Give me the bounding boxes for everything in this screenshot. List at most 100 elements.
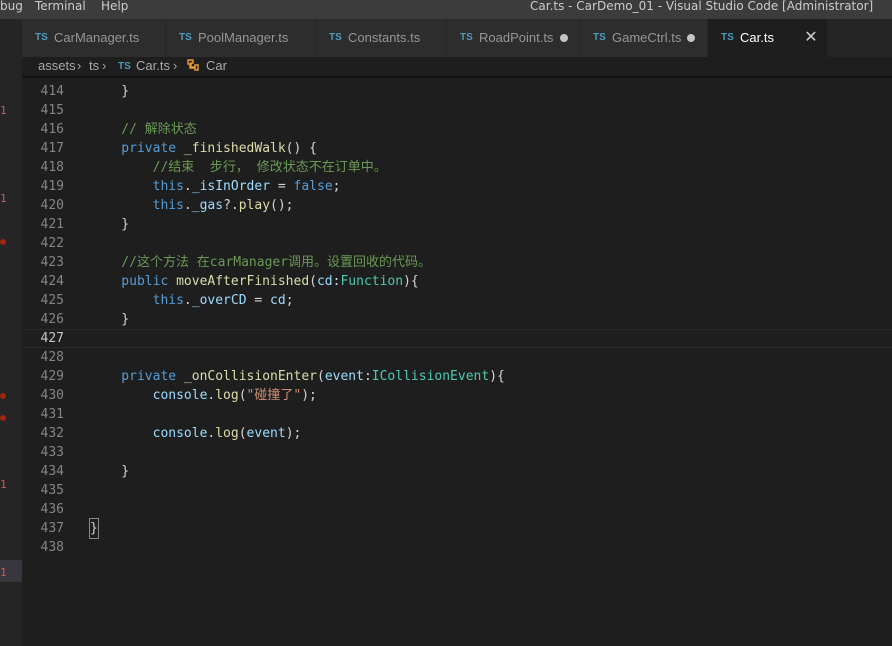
menu-debug[interactable]: bug bbox=[0, 0, 23, 13]
left-gutter-panel: 1 1 1 1 bbox=[0, 19, 22, 646]
typescript-icon: TS bbox=[460, 32, 473, 43]
code-text[interactable]: } bbox=[90, 215, 129, 234]
code-line[interactable]: 430 console.log("碰撞了"); bbox=[22, 386, 892, 405]
code-line[interactable]: 434 } bbox=[22, 462, 892, 481]
code-text[interactable]: private _onCollisionEnter(event:ICollisi… bbox=[90, 367, 505, 386]
tab-gamectrl[interactable]: TS GameCtrl.ts bbox=[580, 19, 708, 57]
line-number: 418 bbox=[40, 160, 64, 175]
code-line[interactable]: 433 bbox=[22, 443, 892, 462]
line-number: 429 bbox=[40, 369, 64, 384]
code-token: _overCD bbox=[191, 293, 247, 308]
line-number: 423 bbox=[40, 255, 64, 270]
tab-poolmanager[interactable]: TS PoolManager.ts bbox=[166, 19, 316, 57]
line-number: 425 bbox=[40, 293, 64, 308]
line-number: 428 bbox=[40, 350, 64, 365]
breadcrumb-symbol[interactable]: Car bbox=[206, 58, 227, 73]
code-line[interactable]: 418 //结束 步行， 修改状态不在订单中。 bbox=[22, 158, 892, 177]
typescript-icon: TS bbox=[721, 32, 734, 43]
code-line[interactable]: 421 } bbox=[22, 215, 892, 234]
code-line[interactable]: 415 bbox=[22, 101, 892, 120]
code-text[interactable]: //结束 步行， 修改状态不在订单中。 bbox=[90, 158, 387, 177]
code-line[interactable]: 437} bbox=[22, 518, 892, 539]
code-line[interactable]: 432 console.log(event); bbox=[22, 424, 892, 443]
menu-help[interactable]: Help bbox=[101, 0, 128, 13]
close-icon[interactable]: ✕ bbox=[802, 28, 820, 46]
code-token: // 解除状态 bbox=[90, 122, 197, 137]
code-token: log bbox=[215, 426, 239, 441]
code-token: Function bbox=[340, 274, 404, 289]
code-token: public bbox=[90, 274, 177, 289]
code-line[interactable]: 429 private _onCollisionEnter(event:ICol… bbox=[22, 367, 892, 386]
breadcrumb-ts[interactable]: ts bbox=[89, 58, 99, 73]
code-text[interactable]: } bbox=[90, 310, 129, 329]
tab-label: PoolManager.ts bbox=[198, 30, 289, 45]
code-line[interactable]: 436 bbox=[22, 500, 892, 519]
code-text[interactable]: } bbox=[90, 82, 129, 101]
code-line[interactable]: 422 bbox=[22, 234, 892, 253]
gutter-marker: 1 bbox=[0, 566, 7, 579]
code-text[interactable]: console.log(event); bbox=[90, 424, 302, 443]
code-line[interactable]: 431 bbox=[22, 405, 892, 424]
code-text[interactable]: this._gas?.play(); bbox=[90, 196, 294, 215]
code-line[interactable]: 425 this._overCD = cd; bbox=[22, 291, 892, 310]
gutter-dot-icon bbox=[0, 239, 6, 245]
code-line[interactable]: 438 bbox=[22, 538, 892, 557]
code-text[interactable]: private _finishedWalk() { bbox=[90, 139, 317, 158]
line-number: 414 bbox=[40, 84, 64, 99]
code-line[interactable]: 435 bbox=[22, 481, 892, 500]
editor-shadow bbox=[22, 76, 892, 79]
code-text[interactable]: this._isInOrder = false; bbox=[90, 177, 341, 196]
code-token: ); bbox=[285, 426, 302, 441]
code-text[interactable]: //这个方法 在carManager调用。设置回收的代码。 bbox=[90, 253, 431, 272]
tab-label: Car.ts bbox=[740, 30, 774, 45]
code-text[interactable]: console.log("碰撞了"); bbox=[90, 386, 317, 405]
code-token: _isInOrder bbox=[191, 179, 271, 194]
code-token: = bbox=[246, 293, 271, 308]
code-token: ){ bbox=[489, 369, 505, 384]
code-token: cd bbox=[316, 274, 333, 289]
gutter-marker: 1 bbox=[0, 104, 7, 117]
line-number: 419 bbox=[40, 179, 64, 194]
menu-terminal[interactable]: Terminal bbox=[35, 0, 86, 13]
code-line[interactable]: 417 private _finishedWalk() { bbox=[22, 139, 892, 158]
code-token: _onCollisionEnter bbox=[183, 369, 317, 384]
tab-carmanager[interactable]: TS CarManager.ts bbox=[22, 19, 166, 57]
line-number: 437 bbox=[40, 521, 64, 536]
code-token: "碰撞了" bbox=[246, 388, 302, 403]
code-token: ( bbox=[238, 388, 247, 403]
code-token: play bbox=[238, 198, 271, 213]
breadcrumb-assets[interactable]: assets bbox=[38, 58, 76, 73]
code-token: _gas bbox=[191, 198, 224, 213]
code-text[interactable]: this._overCD = cd; bbox=[90, 291, 294, 310]
unsaved-dot-icon[interactable] bbox=[560, 34, 568, 42]
code-token: ; bbox=[332, 179, 341, 194]
code-text[interactable]: } bbox=[89, 518, 99, 539]
code-token: ICollisionEvent bbox=[371, 369, 490, 384]
code-line[interactable]: 423 //这个方法 在carManager调用。设置回收的代码。 bbox=[22, 253, 892, 272]
code-text[interactable]: public moveAfterFinished(cd:Function){ bbox=[90, 272, 419, 291]
code-line[interactable]: 414 } bbox=[22, 82, 892, 101]
code-line[interactable]: 416 // 解除状态 bbox=[22, 120, 892, 139]
code-line-current[interactable]: 427 bbox=[22, 329, 892, 348]
code-line[interactable]: 419 this._isInOrder = false; bbox=[22, 177, 892, 196]
code-line[interactable]: 420 this._gas?.play(); bbox=[22, 196, 892, 215]
tab-constants[interactable]: TS Constants.ts bbox=[316, 19, 447, 57]
code-token: this bbox=[90, 198, 184, 213]
code-text[interactable]: } bbox=[90, 462, 129, 481]
gutter-dot-icon bbox=[0, 393, 6, 399]
code-token: this bbox=[90, 293, 184, 308]
code-token: } bbox=[90, 84, 130, 99]
breadcrumb-file[interactable]: Car.ts bbox=[136, 58, 170, 73]
code-token: } bbox=[90, 464, 130, 479]
class-icon bbox=[185, 57, 201, 76]
line-number: 434 bbox=[40, 464, 64, 479]
code-line[interactable]: 424 public moveAfterFinished(cd:Function… bbox=[22, 272, 892, 291]
code-line[interactable]: 428 bbox=[22, 348, 892, 367]
code-text[interactable]: // 解除状态 bbox=[90, 120, 197, 139]
tab-roadpoint[interactable]: TS RoadPoint.ts bbox=[447, 19, 580, 57]
unsaved-dot-icon[interactable] bbox=[687, 34, 695, 42]
code-line[interactable]: 426 } bbox=[22, 310, 892, 329]
tab-car[interactable]: TS Car.ts ✕ bbox=[708, 19, 828, 57]
code-token: ){ bbox=[403, 274, 419, 289]
tab-label: Constants.ts bbox=[348, 30, 421, 45]
